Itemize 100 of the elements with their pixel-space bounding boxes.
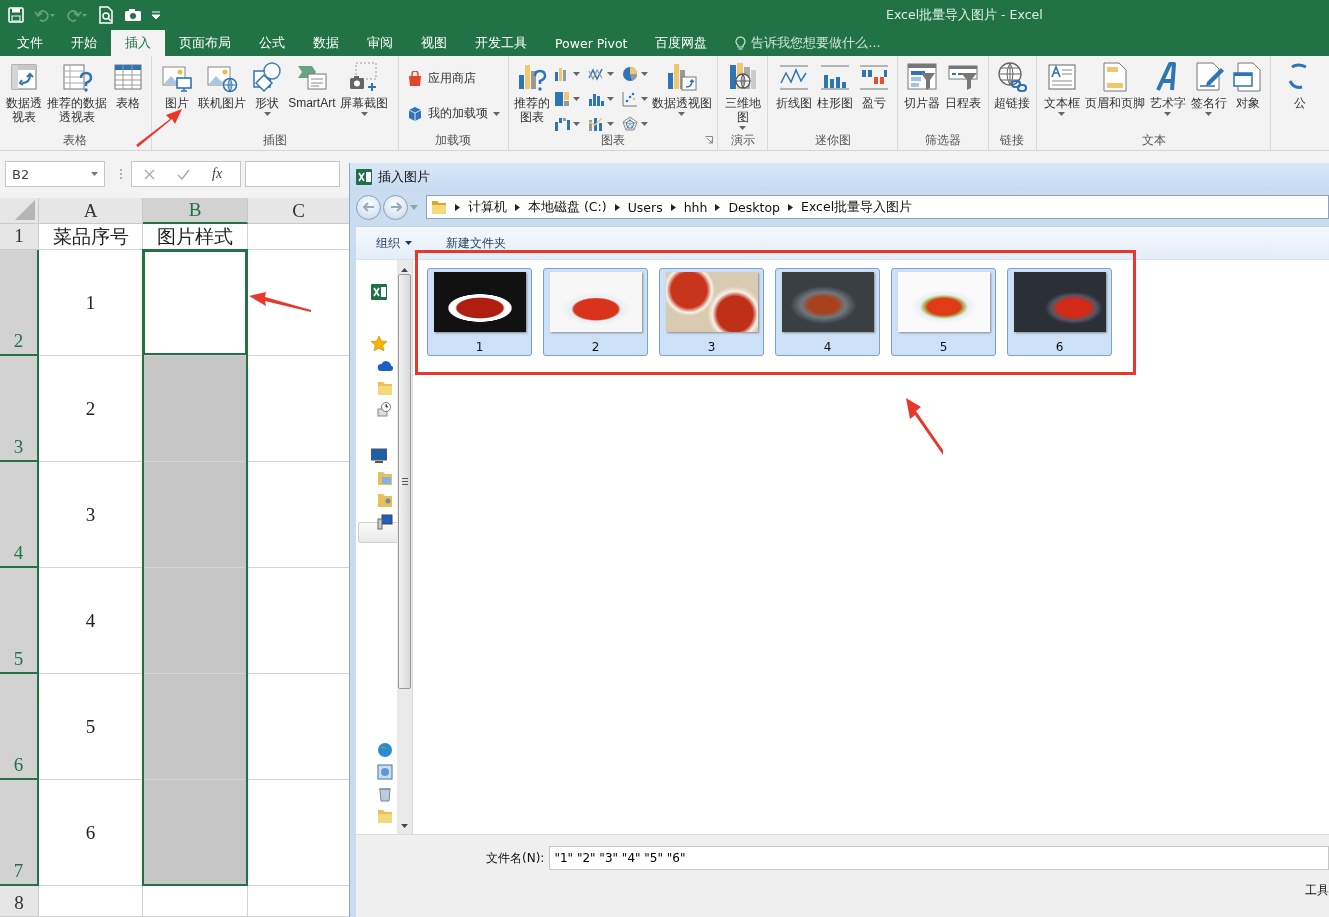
window-object-icon <box>1231 61 1264 93</box>
ribbon-tab[interactable]: 页面布局 <box>165 30 245 56</box>
ribbon-button[interactable]: 页眉和页脚 <box>1082 60 1147 133</box>
organize-menu[interactable]: 组织 <box>374 232 414 254</box>
column-header[interactable]: B <box>143 198 248 224</box>
enter-icon[interactable] <box>177 168 190 180</box>
chart-type-button[interactable] <box>552 89 581 108</box>
ribbon-button[interactable]: 折线图 <box>773 60 814 133</box>
breadcrumb-link[interactable]: 本地磁盘 (C:) <box>528 198 607 216</box>
user-folder-icon[interactable] <box>377 492 393 508</box>
formula-input[interactable] <box>245 161 340 187</box>
ribbon-button[interactable]: 推荐的数据透视表 <box>45 60 110 133</box>
file-thumbnail[interactable]: 4 <box>775 268 880 356</box>
chart-type-button[interactable] <box>620 89 649 108</box>
row-header[interactable]: 3 <box>0 356 39 462</box>
ribbon-button[interactable]: 签名行 <box>1188 60 1229 133</box>
save-icon[interactable] <box>8 7 24 23</box>
breadcrumb-link[interactable]: 计算机 <box>468 198 507 216</box>
row-header[interactable]: 6 <box>0 674 39 780</box>
insert-function-button[interactable]: fx <box>212 166 223 182</box>
chart-type-button[interactable] <box>620 64 649 83</box>
ribbon-tab[interactable]: 百度网盘 <box>641 30 722 56</box>
dialog-launcher-icon[interactable] <box>704 136 713 144</box>
row-header[interactable]: 5 <box>0 568 39 674</box>
undo-icon[interactable] <box>34 7 56 23</box>
recycle-bin-icon[interactable] <box>377 786 393 802</box>
pivot-chart-icon <box>665 61 698 93</box>
ribbon-button[interactable]: 对象 <box>1229 60 1266 133</box>
ribbon-button[interactable]: 日程表 <box>943 60 984 133</box>
ribbon-button[interactable]: 应用商店 <box>404 68 502 89</box>
network-globe-icon[interactable] <box>377 742 393 758</box>
ribbon-button[interactable]: 我的加载项 <box>404 103 502 124</box>
desktop-icon[interactable] <box>371 448 387 464</box>
ribbon-tab[interactable]: 插入 <box>111 30 165 57</box>
ribbon-tab[interactable]: Power Pivot <box>541 30 642 56</box>
ribbon-button[interactable]: 超链接 <box>992 60 1033 133</box>
print-preview-icon[interactable] <box>98 6 114 24</box>
name-box[interactable]: B2 <box>5 161 105 187</box>
library-icon[interactable] <box>377 470 393 486</box>
column-header[interactable]: C <box>248 198 350 224</box>
row-header[interactable]: 7 <box>0 780 39 886</box>
ribbon-tab[interactable]: 审阅 <box>353 30 407 56</box>
forward-button[interactable] <box>383 194 408 220</box>
ribbon-tab[interactable]: 开发工具 <box>461 30 541 56</box>
ribbon-button[interactable]: 盈亏 <box>855 60 892 133</box>
excel-icon[interactable] <box>371 284 387 300</box>
new-folder-button[interactable]: 新建文件夹 <box>444 232 508 254</box>
file-name-field[interactable]: "1" "2" "3" "4" "5" "6" <box>549 846 1329 870</box>
file-thumbnail[interactable]: 3 <box>659 268 764 356</box>
customize-caret-icon[interactable] <box>152 11 160 19</box>
breadcrumb-link[interactable]: Excel批量导入图片 <box>801 198 913 216</box>
recent-places-icon[interactable] <box>377 402 393 418</box>
file-thumbnail[interactable]: 1 <box>427 268 532 356</box>
scroll-bar[interactable] <box>397 260 413 834</box>
ribbon-button[interactable]: 形状 <box>249 60 286 133</box>
ribbon-button[interactable]: 联机图片 <box>196 60 249 133</box>
redo-icon[interactable] <box>66 7 88 23</box>
ribbon-button[interactable]: SmartArt <box>286 60 338 133</box>
ribbon-tab[interactable]: 视图 <box>407 30 461 56</box>
ribbon-button[interactable]: 艺术字 <box>1147 60 1188 133</box>
row-header[interactable]: 2 <box>0 250 39 356</box>
camera-icon[interactable] <box>124 8 142 22</box>
file-name: 2 <box>591 340 600 354</box>
tell-me-search[interactable]: 告诉我您想要做什么... <box>751 34 881 52</box>
file-name: 3 <box>707 340 716 354</box>
ribbon-button[interactable]: 数据透视图 <box>649 60 714 133</box>
address-bar[interactable]: 计算机 本地磁盘 (C:) Users hhh Desktop Excel批量导入图片 <box>426 195 1329 219</box>
ribbon-button[interactable]: 切片器 <box>902 60 943 133</box>
breadcrumb-link[interactable]: hhh <box>683 199 708 215</box>
breadcrumb-link[interactable]: Desktop <box>728 199 781 215</box>
control-panel-icon[interactable] <box>377 764 393 780</box>
file-thumbnail[interactable]: 6 <box>1007 268 1112 356</box>
row-header[interactable]: 8 <box>0 886 39 917</box>
row-header[interactable]: 1 <box>0 224 39 250</box>
ribbon-button[interactable]: 文本框 <box>1041 60 1082 133</box>
ribbon-button[interactable]: 屏幕截图 <box>338 60 391 133</box>
ribbon-button[interactable]: 三维地图 <box>722 60 763 133</box>
tools-menu[interactable]: 工具 <box>1305 882 1329 899</box>
ribbon-button[interactable]: 推荐的图表 <box>511 60 552 133</box>
row-header[interactable]: 4 <box>0 462 39 568</box>
file-thumbnail[interactable]: 2 <box>543 268 648 356</box>
column-header[interactable]: A <box>39 198 143 224</box>
cancel-icon[interactable] <box>144 168 155 180</box>
scroll-down-icon[interactable] <box>401 824 408 828</box>
cloud-icon[interactable] <box>377 358 393 374</box>
breadcrumb-link[interactable]: Users <box>627 199 663 215</box>
ribbon-tab[interactable]: 公式 <box>245 30 299 56</box>
chart-type-button[interactable] <box>620 114 649 133</box>
ribbon-button[interactable]: 表格 <box>110 60 147 133</box>
ribbon-tab[interactable]: 开始 <box>57 30 111 56</box>
scroll-up-icon[interactable] <box>401 268 408 272</box>
computer-icon[interactable] <box>377 514 393 530</box>
ribbon-tab[interactable]: 数据 <box>299 30 353 56</box>
file-thumbnail[interactable]: 5 <box>891 268 996 356</box>
star-icon[interactable] <box>371 336 387 352</box>
ribbon-tab[interactable]: 文件 <box>3 30 57 56</box>
back-button[interactable] <box>356 194 381 220</box>
ribbon-button[interactable]: 数据透视表 <box>4 60 45 133</box>
ribbon-button[interactable]: 柱形图 <box>814 60 855 133</box>
ribbon-button[interactable]: 公 <box>1281 60 1318 150</box>
